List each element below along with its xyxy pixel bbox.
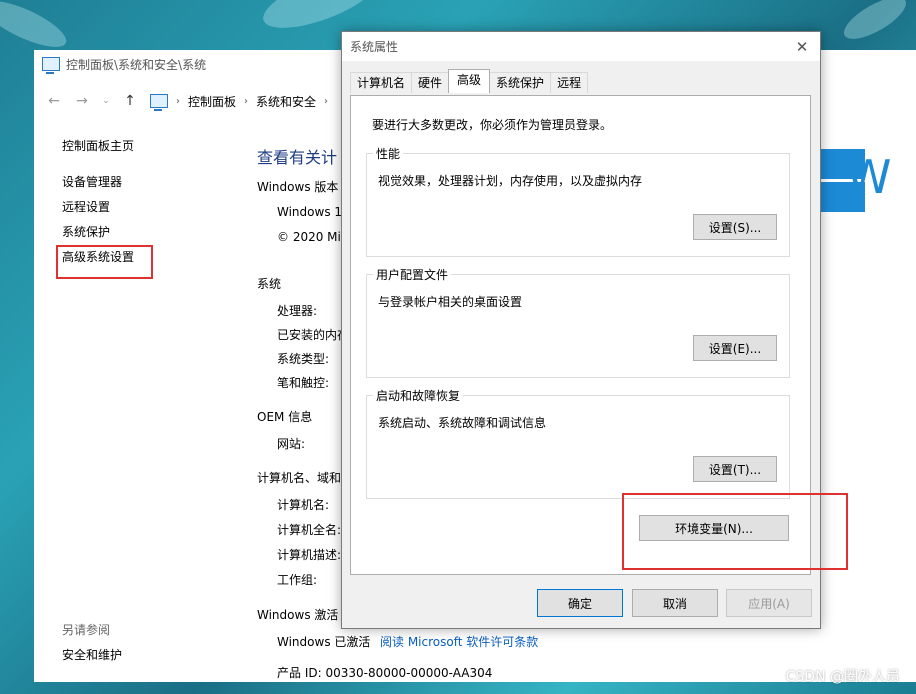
dialog-tabs: 计算机名 硬件 高级 系统保护 远程 — [350, 69, 589, 93]
close-icon[interactable]: ✕ — [792, 38, 812, 56]
breadcrumb: › 控制面板 › 系统和安全 › — [150, 93, 329, 111]
wallpaper-streak — [0, 0, 72, 56]
performance-group: 性能 视觉效果，处理器计划，内存使用，以及虚拟内存 设置(S)... — [366, 145, 790, 257]
apply-button[interactable]: 应用(A) — [726, 589, 812, 617]
breadcrumb-separator-icon: › — [176, 95, 180, 107]
see-also-title: 另请参阅 — [62, 623, 111, 637]
up-arrow-icon[interactable]: ↑ — [122, 93, 138, 109]
copyright: © 2020 Mi — [277, 230, 341, 244]
sidebar-remote-settings[interactable]: 远程设置 — [62, 199, 134, 216]
tab-system-protection[interactable]: 系统保护 — [489, 72, 552, 93]
oem-header: OEM 信息 — [257, 410, 313, 424]
sidebar-system-protection[interactable]: 系统保护 — [62, 224, 134, 241]
dialog-titlebar: 系统属性 ✕ — [342, 32, 820, 61]
performance-title: 性能 — [373, 145, 404, 162]
product-id: 产品 ID: 00330-80000-00000-AA304 — [277, 666, 493, 680]
startup-recovery-desc: 系统启动、系统故障和调试信息 — [378, 416, 547, 430]
back-arrow-icon[interactable]: ← — [46, 93, 62, 109]
system-type-label: 系统类型: — [277, 352, 330, 366]
windows-logo-text: W — [846, 150, 892, 204]
computer-name-label: 计算机名: — [277, 498, 330, 512]
website-label: 网站: — [277, 437, 306, 451]
user-profiles-settings-button[interactable]: 设置(E)... — [693, 335, 777, 361]
cancel-button[interactable]: 取消 — [632, 589, 718, 617]
dropdown-chevron-icon[interactable]: ⌄ — [102, 96, 110, 106]
forward-arrow-icon[interactable]: → — [74, 93, 90, 109]
highlight-box-environment-variables — [622, 493, 848, 570]
performance-settings-button[interactable]: 设置(S)... — [693, 214, 777, 240]
workgroup-label: 工作组: — [277, 573, 318, 587]
control-panel-title: 控制面板\系统和安全\系统 — [66, 57, 207, 72]
installed-ram-label: 已安装的内存 — [277, 328, 350, 342]
sidebar-device-manager[interactable]: 设备管理器 — [62, 174, 134, 191]
license-terms-link[interactable]: 阅读 Microsoft 软件许可条款 — [380, 633, 538, 650]
computer-name-header: 计算机名、域和 — [257, 471, 342, 485]
full-name-label: 计算机全名: — [277, 523, 342, 537]
system-header: 系统 — [257, 277, 282, 291]
admin-note: 要进行大多数更改，你必须作为管理员登录。 — [372, 118, 613, 132]
startup-recovery-settings-button[interactable]: 设置(T)... — [693, 456, 777, 482]
tab-advanced[interactable]: 高级 — [448, 69, 491, 93]
tab-computer-name[interactable]: 计算机名 — [350, 72, 413, 93]
sidebar-home-link[interactable]: 控制面板主页 — [62, 138, 134, 155]
processor-label: 处理器: — [277, 304, 318, 318]
activation-header: Windows 激活 — [257, 608, 339, 622]
dialog-title: 系统属性 — [350, 40, 399, 54]
pen-touch-label: 笔和触控: — [277, 376, 330, 390]
breadcrumb-separator-icon: › — [324, 95, 329, 107]
performance-desc: 视觉效果，处理器计划，内存使用，以及虚拟内存 — [378, 174, 643, 188]
highlight-box-advanced-settings — [56, 245, 153, 279]
tab-remote[interactable]: 远程 — [550, 72, 589, 93]
security-maintenance-link[interactable]: 安全和维护 — [62, 646, 122, 663]
wallpaper-streak — [838, 0, 912, 47]
tab-hardware[interactable]: 硬件 — [411, 72, 450, 93]
page-title: 查看有关计 — [257, 148, 338, 167]
breadcrumb-control-panel[interactable]: 控制面板 — [188, 93, 236, 110]
breadcrumb-system-security[interactable]: 系统和安全 — [256, 93, 316, 110]
startup-recovery-group: 启动和故障恢复 系统启动、系统故障和调试信息 设置(T)... — [366, 387, 790, 499]
user-profiles-group: 用户配置文件 与登录帐户相关的桌面设置 设置(E)... — [366, 266, 790, 378]
startup-recovery-title: 启动和故障恢复 — [373, 387, 464, 404]
monitor-icon — [42, 57, 60, 74]
windows-edition-header: Windows 版本 — [257, 180, 339, 194]
watermark: CSDN @圈外人员 — [785, 669, 900, 685]
user-profiles-title: 用户配置文件 — [373, 266, 452, 283]
breadcrumb-separator-icon: › — [244, 95, 249, 107]
monitor-icon — [150, 94, 168, 111]
user-profiles-desc: 与登录帐户相关的桌面设置 — [378, 295, 523, 309]
windows-name: Windows 1 — [277, 205, 343, 219]
description-label: 计算机描述: — [277, 548, 342, 562]
activation-status: Windows 已激活 — [277, 635, 371, 649]
ok-button[interactable]: 确定 — [537, 589, 623, 617]
